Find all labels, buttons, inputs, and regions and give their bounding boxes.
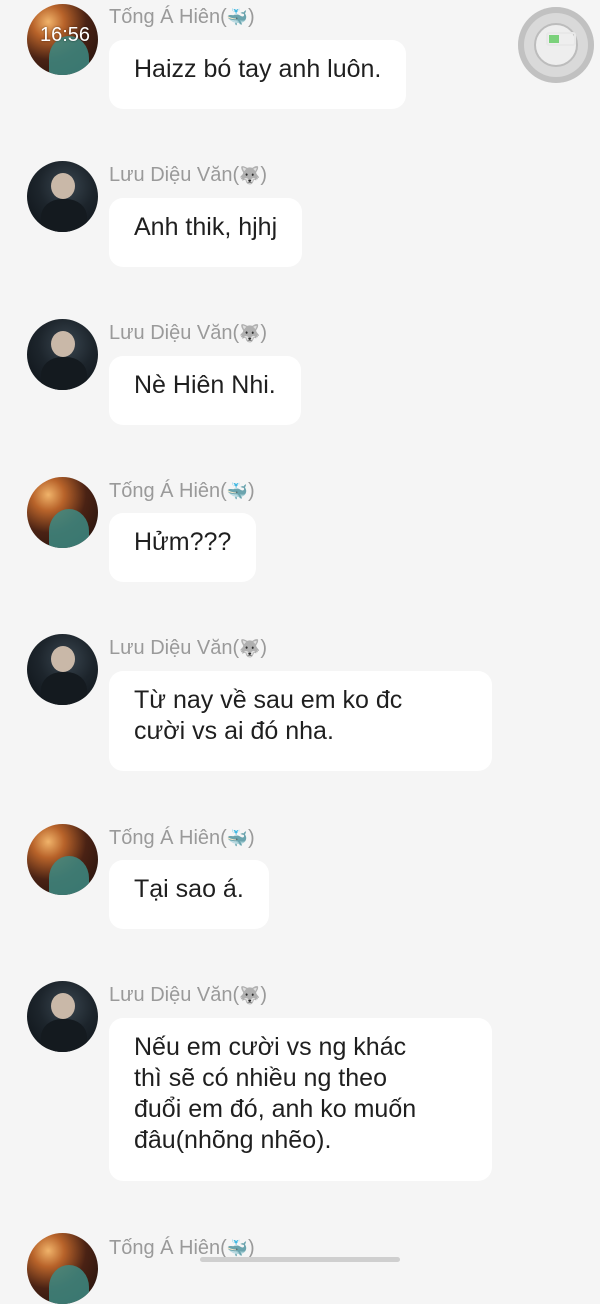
- status-bar-time: 16:56: [40, 24, 91, 46]
- wolf-emoji-icon: 🐺: [239, 639, 261, 658]
- message-text: Tại sao á.: [134, 875, 244, 903]
- sender-name: Lưu Diệu Văn(🐺): [109, 322, 267, 344]
- sender-name: Tống Á Hiên(🐳): [109, 827, 255, 849]
- sender-name: Lưu Diệu Văn(🐺): [109, 984, 267, 1006]
- whale-emoji-icon: 🐳: [226, 8, 249, 27]
- avatar[interactable]: [27, 161, 98, 232]
- home-indicator[interactable]: [200, 1257, 400, 1262]
- message-text: Haizz bó tay anh luôn.: [134, 55, 382, 83]
- message-bubble[interactable]: Hửm???: [109, 513, 257, 582]
- battery-icon: [546, 32, 576, 46]
- message-text-line: đâu(nhõng nhẽo).: [134, 1126, 332, 1154]
- avatar[interactable]: [27, 634, 98, 705]
- message-text-line: Nếu em cười vs ng khác: [134, 1033, 407, 1061]
- message-bubble[interactable]: Anh thik, hjhj: [109, 198, 303, 267]
- message-text: Nè Hiên Nhi.: [134, 371, 276, 399]
- whale-emoji-icon: 🐳: [226, 1239, 249, 1258]
- message-text-line: đuổi em đó, anh ko muốn: [134, 1095, 417, 1123]
- sender-name: Tống Á Hiên(🐳): [109, 480, 255, 502]
- avatar[interactable]: [27, 319, 98, 390]
- message-text-line: Từ nay về sau em ko đc: [134, 686, 403, 714]
- message-text-line: thì sẽ có nhiều ng theo: [134, 1064, 387, 1092]
- message-text-line: cười vs ai đó nha.: [134, 717, 334, 745]
- message-text: Anh thik, hjhj: [134, 213, 278, 241]
- avatar[interactable]: [27, 477, 98, 548]
- wolf-emoji-icon: 🐺: [239, 986, 261, 1005]
- message-bubble[interactable]: Nếu em cười vs ng khác thì sẽ có nhiều n…: [109, 1018, 492, 1181]
- battery-level: [549, 35, 559, 43]
- message-bubble[interactable]: Nè Hiên Nhi.: [109, 356, 301, 425]
- sender-name: Lưu Diệu Văn(🐺): [109, 164, 267, 186]
- message-bubble[interactable]: Haizz bó tay anh luôn.: [109, 40, 407, 109]
- sender-name: Lưu Diệu Văn(🐺): [109, 637, 267, 659]
- avatar[interactable]: [27, 1233, 98, 1304]
- wolf-emoji-icon: 🐺: [239, 166, 261, 185]
- whale-emoji-icon: 🐳: [226, 829, 249, 848]
- message-bubble[interactable]: Tại sao á.: [109, 860, 269, 929]
- message-bubble[interactable]: Từ nay về sau em ko đc cười vs ai đó nha…: [109, 671, 492, 771]
- avatar[interactable]: [27, 981, 98, 1052]
- message-text: Hửm???: [134, 528, 232, 556]
- wolf-emoji-icon: 🐺: [239, 324, 261, 343]
- whale-emoji-icon: 🐳: [226, 482, 249, 501]
- avatar[interactable]: [27, 824, 98, 895]
- sender-name: Tống Á Hiên(🐳): [109, 6, 255, 28]
